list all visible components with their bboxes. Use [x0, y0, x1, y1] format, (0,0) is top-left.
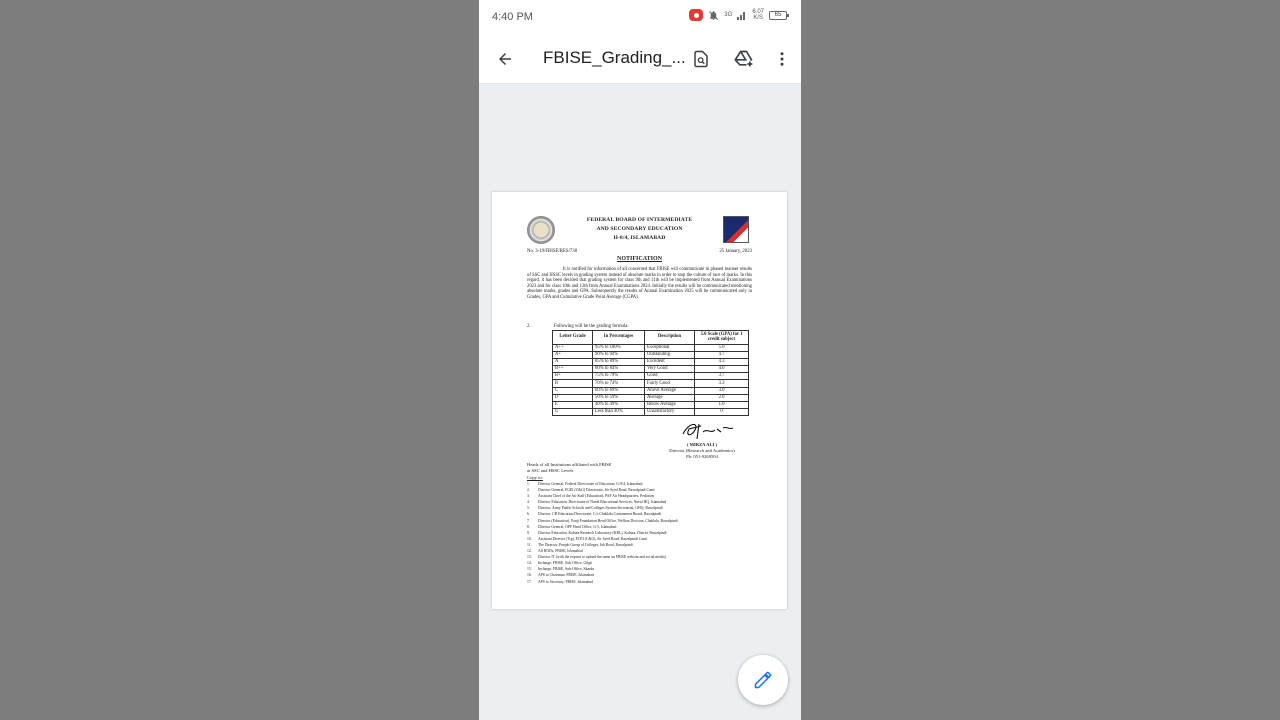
status-bar: 4:40 PM 3G 6.07 K/S 65	[479, 0, 801, 34]
fbise-logo	[527, 216, 555, 244]
table-cell: C	[552, 386, 593, 395]
edit-fab[interactable]	[738, 655, 788, 705]
paragraph-2: Following will be the grading formula:	[554, 324, 629, 329]
table-cell: 95% to 100%	[592, 343, 645, 353]
pdf-page[interactable]: FEDERAL BOARD OF INTERMEDIATE AND SECOND…	[492, 192, 787, 609]
table-cell: 75% to 79%	[592, 372, 645, 381]
list-item: 17. APS to Secretary, FBISE, Islamabad	[527, 579, 757, 585]
table-cell: 40% to 49%	[592, 400, 645, 409]
table-cell: 3.3	[694, 379, 749, 388]
letterhead-line: FEDERAL BOARD OF INTERMEDIATE	[586, 217, 693, 223]
table-cell: Exceptional	[644, 343, 695, 353]
signature	[682, 423, 734, 440]
table-cell: 3.0	[694, 386, 749, 395]
more-vert-icon[interactable]	[770, 47, 794, 71]
table-cell: A	[552, 358, 593, 367]
copy-to-list: 1. Director General, Federal Directorate …	[527, 481, 757, 585]
notification-heading: NOTIFICATION	[617, 256, 662, 262]
table-cell: Unsatisfactory	[644, 407, 695, 416]
table-header: In Percentages	[592, 330, 645, 345]
table-cell: 4.0	[694, 365, 749, 374]
addressee: Heads of all Institutions affiliated wit…	[527, 462, 612, 474]
table-cell: 3.7	[694, 372, 749, 381]
table-cell: B	[552, 379, 593, 388]
table-cell: Fairly Good	[644, 379, 695, 388]
table-cell: Good	[644, 372, 695, 381]
table-cell: 5.0	[694, 343, 749, 353]
letterhead-title: FEDERAL BOARD OF INTERMEDIATE AND SECOND…	[562, 216, 717, 242]
table-cell: 0	[694, 407, 749, 416]
grading-table-body: A++ 95% to 100% Exceptional 5.0 A+ 90% to 94%…	[552, 343, 749, 416]
table-row: U Less than 40% Unsatisfactory 0	[552, 407, 749, 416]
letterhead-line: AND SECONDARY EDUCATION	[596, 225, 683, 232]
table-cell: Average	[644, 393, 695, 402]
table-cell: B++	[552, 365, 593, 374]
table-row: B 70% to 74% Fairly Good 3.3	[552, 379, 749, 388]
paragraph-1: It is notified for information of all co…	[527, 267, 752, 300]
table-row: A+ 90% to 94% Outstanding 4.7	[552, 351, 749, 360]
table-cell: Less than 40%	[592, 407, 645, 416]
status-time: 4:40 PM	[492, 11, 533, 23]
table-header: Letter Grade	[552, 330, 593, 345]
pdf-viewer[interactable]: FEDERAL BOARD OF INTERMEDIATE AND SECOND…	[479, 84, 801, 720]
back-arrow-icon[interactable]	[493, 47, 517, 71]
table-cell: 70% to 74%	[592, 379, 645, 388]
table-cell: 1.0	[694, 400, 749, 409]
table-cell: 80% to 84%	[592, 365, 645, 374]
table-cell: 90% to 94%	[592, 351, 645, 360]
grading-table: Letter Grade In Percentages Description …	[552, 330, 749, 416]
app-toolbar: FBISE_Grading_...	[479, 34, 801, 84]
table-cell: 4.3	[694, 358, 749, 367]
document-date: 25 January, 2023	[719, 249, 752, 254]
table-header: Description	[644, 330, 695, 345]
list-item-number: 17.	[527, 579, 532, 584]
find-in-page-icon[interactable]	[689, 47, 713, 71]
table-header: 5.0 Scale (GPA) for 1 credit subject	[694, 330, 749, 345]
table-cell: Excellent	[644, 358, 695, 367]
list-item-text: APS to Secretary, FBISE, Islamabad	[538, 579, 593, 584]
mute-bell-icon	[709, 10, 719, 20]
copy-to-label: Copy to:	[527, 475, 543, 480]
table-cell: A++	[552, 343, 593, 353]
table-cell: U	[552, 407, 593, 416]
table-cell: Below Average	[644, 400, 695, 409]
paragraph-2-number: 2.	[527, 324, 531, 329]
edit-pencil-icon	[754, 671, 772, 689]
table-cell: B+	[552, 372, 593, 381]
table-cell: A+	[552, 351, 593, 360]
table-row: E 40% to 49% Below Average 1.0	[552, 400, 749, 409]
table-row: B++ 80% to 84% Very Good 4.0	[552, 365, 749, 374]
table-row: C 60% to 69% Above Average 3.0	[552, 386, 749, 395]
status-icons: 3G 6.07 K/S 65	[689, 9, 789, 21]
emblem-logo	[723, 216, 749, 243]
net-speed-unit: K/S	[753, 15, 763, 21]
drive-add-icon[interactable]	[732, 47, 756, 71]
table-cell: 4.7	[694, 351, 749, 360]
battery-icon: 65	[769, 10, 789, 20]
table-cell: D	[552, 393, 593, 402]
document-title: FBISE_Grading_...	[543, 48, 686, 67]
phone-screen: 4:40 PM 3G 6.07K/S 65 FBISE_Grading_...	[479, 0, 801, 720]
table-row: A 85% to 89% Excellent 4.3	[552, 358, 749, 367]
table-row: A++ 95% to 100% Exceptional 5.0	[552, 343, 749, 353]
table-cell: 50% to 59%	[592, 393, 645, 402]
signal-icon	[737, 12, 746, 20]
table-row: B+ 75% to 79% Good 3.7	[552, 372, 749, 381]
table-cell: 60% to 69%	[592, 386, 645, 395]
table-row: D 50% to 59% Average 2.0	[552, 393, 749, 402]
table-cell: 2.0	[694, 393, 749, 402]
table-cell: Very Good	[644, 365, 695, 374]
letterhead-line: H-8/4, ISLAMABAD	[613, 234, 666, 241]
table-cell: Outstanding	[644, 351, 695, 360]
signatory-phone: Ph: 051-9269504	[686, 454, 718, 459]
addressee-line: at SSC and HSSC Levels	[527, 468, 574, 473]
reference-number: No. 3-19/FBISE/RES/738	[527, 249, 578, 254]
network-type: 3G	[724, 12, 733, 18]
table-cell: Above Average	[644, 386, 695, 395]
table-cell: E	[552, 400, 593, 409]
net-speed: 6.07 K/S	[752, 9, 764, 21]
screen-record-icon	[689, 9, 704, 21]
table-cell: 85% to 89%	[592, 358, 645, 367]
